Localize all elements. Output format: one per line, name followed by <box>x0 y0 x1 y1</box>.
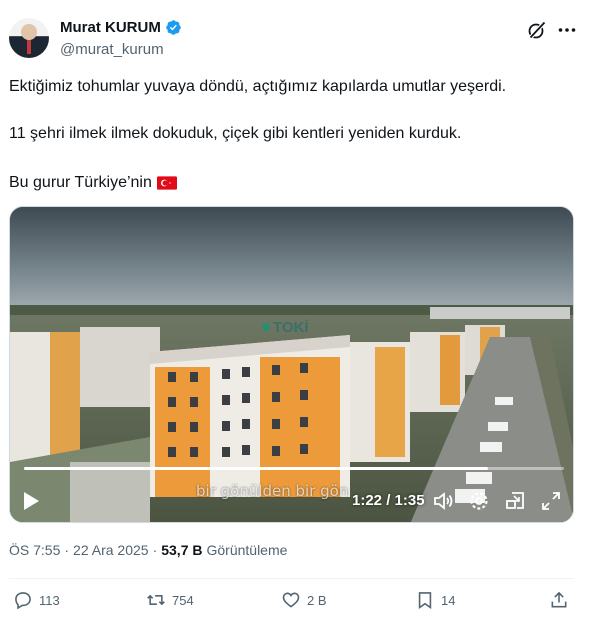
grok-icon[interactable] <box>527 20 547 40</box>
like-button[interactable]: 2 B <box>281 590 327 610</box>
turkey-flag-icon <box>156 176 177 190</box>
fullscreen-icon[interactable] <box>540 490 562 512</box>
video-progress-fill <box>24 467 489 470</box>
toki-logo-icon <box>262 323 270 331</box>
views-count: 53,7 B <box>161 542 203 558</box>
video-caption: bir gönülden bir gön <box>196 482 349 500</box>
author-handle[interactable]: @murat_kurum <box>60 41 164 58</box>
bookmark-icon <box>418 592 432 610</box>
views-label: Görüntüleme <box>206 542 288 558</box>
tweet-text-line-3-text: Bu gurur Türkiye’nin <box>9 174 152 191</box>
settings-gear-icon[interactable] <box>468 490 490 512</box>
repost-icon <box>147 594 165 606</box>
verified-badge-icon <box>166 20 181 35</box>
share-icon <box>551 591 567 608</box>
tweet-text-line-2: 11 şehri ilmek ilmek dokuduk, çiçek gibi… <box>9 125 462 142</box>
tweet-date[interactable]: 22 Ara 2025 <box>73 542 149 558</box>
reply-button[interactable]: 113 <box>13 590 60 610</box>
tweet-text-line-1: Ektiğimiz tohumlar yuvaya döndü, açtığım… <box>9 78 507 95</box>
like-count: 2 B <box>307 592 327 608</box>
heart-icon <box>282 592 300 608</box>
reply-icon <box>15 592 31 610</box>
meta-separator: · <box>64 542 70 558</box>
video-player[interactable]: TOKİ <box>9 206 574 523</box>
tweet-timestamp-row: ÖS 7:55 · 22 Ara 2025 · 53,7 B Görüntüle… <box>9 542 287 558</box>
volume-icon[interactable] <box>432 490 454 512</box>
building-sign: TOKİ <box>262 318 310 336</box>
author-display-name[interactable]: Murat KURUM <box>60 19 161 36</box>
author-name-row: Murat KURUM <box>60 19 182 36</box>
repost-count: 754 <box>172 592 194 608</box>
picture-in-picture-icon[interactable] <box>504 490 526 512</box>
meta-separator-2: · <box>152 542 158 558</box>
video-frame <box>10 207 573 522</box>
share-button[interactable] <box>549 590 569 610</box>
bookmark-button[interactable]: 14 <box>415 590 455 610</box>
play-icon[interactable] <box>22 491 40 511</box>
divider <box>9 578 574 579</box>
video-time: 1:22 / 1:35 <box>352 492 425 509</box>
bookmark-count: 14 <box>441 592 456 608</box>
building-sign-text: TOKİ <box>273 318 309 336</box>
tweet: Murat KURUM @murat_kurum Ektiğimiz tohum… <box>0 0 599 626</box>
video-progress-bar[interactable] <box>24 467 564 470</box>
repost-button[interactable]: 754 <box>146 590 194 610</box>
reply-count: 113 <box>39 592 60 608</box>
tweet-time[interactable]: ÖS 7:55 <box>9 542 60 558</box>
more-options-icon[interactable] <box>557 20 577 40</box>
tweet-text-line-3: Bu gurur Türkiye’nin <box>9 173 177 193</box>
avatar[interactable] <box>9 18 49 58</box>
